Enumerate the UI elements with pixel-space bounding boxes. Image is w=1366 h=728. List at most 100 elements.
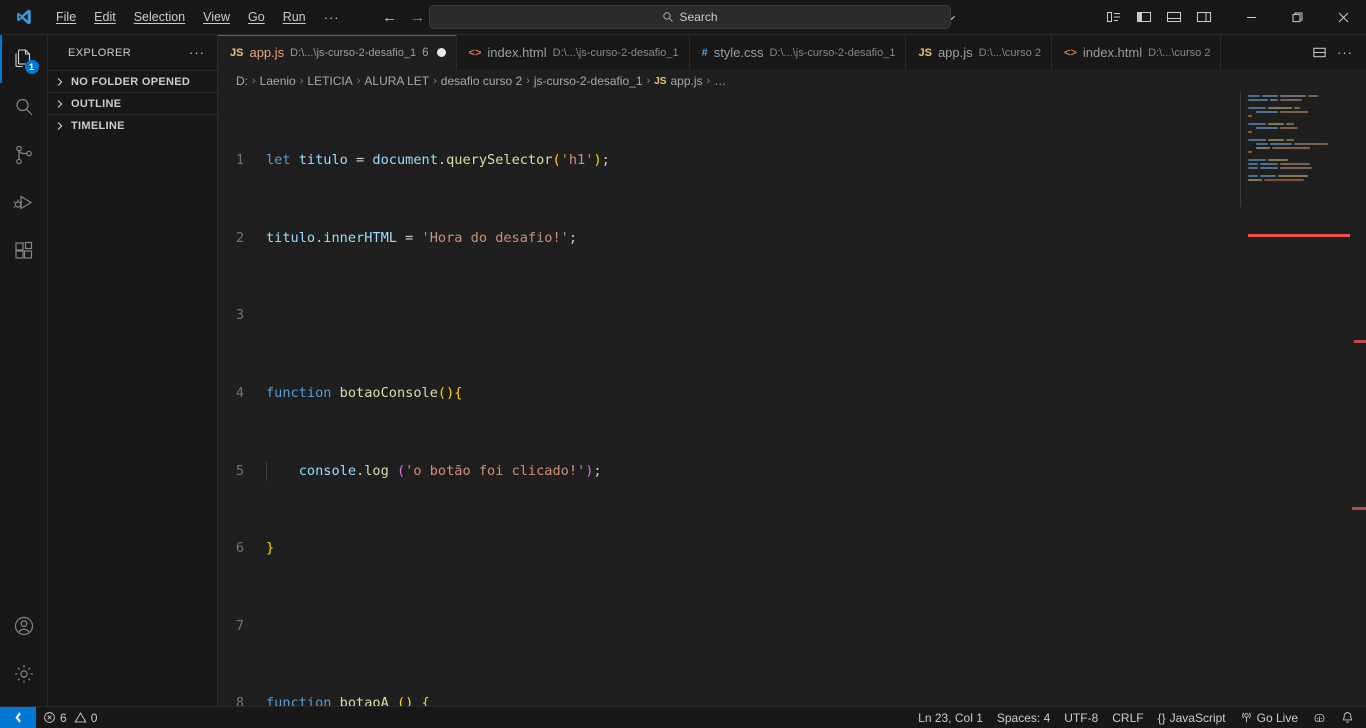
encoding-status[interactable]: UTF-8 xyxy=(1057,707,1105,728)
minimap-slider[interactable] xyxy=(1240,92,1352,207)
go-forward-icon[interactable]: → xyxy=(405,6,431,28)
explorer-sidebar: EXPLORER ··· NO FOLDER OPENED OUTLINE TI… xyxy=(48,35,218,706)
tab-description: D:\...\js-curso-2-desafio_1 xyxy=(290,46,417,59)
remote-window-icon[interactable] xyxy=(0,706,36,728)
breadcrumb-separator: › xyxy=(433,75,437,87)
menu-bar[interactable]: File Edit Selection View Go Run ··· xyxy=(47,0,349,34)
activity-search-icon[interactable] xyxy=(0,83,48,131)
eol-status[interactable]: CRLF xyxy=(1105,707,1150,728)
toggle-secondary-sidebar-icon[interactable] xyxy=(1190,5,1218,29)
activity-manage-settings-icon[interactable] xyxy=(0,650,48,698)
menu-item-selection[interactable]: Selection xyxy=(126,7,193,27)
minimize-button[interactable] xyxy=(1228,0,1274,34)
status-bar-right: Ln 23, Col 1 Spaces: 4 UTF-8 CRLF {} Jav… xyxy=(911,707,1366,728)
breadcrumb-separator: › xyxy=(299,75,304,87)
tab-label: index.html xyxy=(1082,45,1143,60)
breadcrumb-item-0[interactable]: D: xyxy=(236,74,248,88)
chevron-right-icon xyxy=(52,99,68,109)
toggle-primary-sidebar-icon[interactable] xyxy=(1130,5,1158,29)
go-live-status[interactable]: Go Live xyxy=(1233,707,1305,728)
sidebar-section-label: TIMELINE xyxy=(71,119,125,132)
cursor-position-status[interactable]: Ln 23, Col 1 xyxy=(911,707,990,728)
code-line: 3 xyxy=(218,306,1240,325)
tab-app-js-desafio[interactable]: JS app.js D:\...\js-curso-2-desafio_1 6 xyxy=(218,35,457,70)
tab-description: D:\...\curso 2 xyxy=(1148,46,1211,59)
indentation-status[interactable]: Spaces: 4 xyxy=(990,707,1057,728)
tab-problem-count: 6 xyxy=(422,46,429,59)
go-live-label: Go Live xyxy=(1256,710,1298,725)
activity-explorer-icon[interactable]: 1 xyxy=(0,35,48,83)
tab-label: app.js xyxy=(249,45,285,60)
code-editor[interactable]: 1 let titulo = document.querySelector('h1… xyxy=(218,92,1366,706)
tab-app-js-curso2[interactable]: JS app.js D:\...\curso 2 xyxy=(906,35,1052,70)
error-icon xyxy=(43,711,56,724)
overview-error-marker[interactable] xyxy=(1352,507,1366,510)
sidebar-section-timeline[interactable]: TIMELINE xyxy=(48,114,217,136)
tab-index-html-curso2[interactable]: <> index.html D:\...\curso 2 xyxy=(1052,35,1222,70)
code-viewport[interactable]: 1 let titulo = document.querySelector('h1… xyxy=(218,92,1240,706)
menu-item-view[interactable]: View xyxy=(195,7,238,27)
language-braces-icon: {} xyxy=(1157,710,1166,725)
sidebar-section-label: NO FOLDER OPENED xyxy=(71,75,191,88)
tab-index-html-desafio[interactable]: <> index.html D:\...\js-curso-2-desafio_… xyxy=(456,35,690,70)
breadcrumb-item-4[interactable]: desafio curso 2 xyxy=(441,74,522,88)
sidebar-section-outline[interactable]: OUTLINE xyxy=(48,92,217,114)
line-number: 6 xyxy=(235,540,244,557)
overview-error-marker[interactable] xyxy=(1354,340,1366,343)
menu-item-run[interactable]: Run xyxy=(275,7,314,27)
toggle-panel-icon[interactable] xyxy=(1160,5,1188,29)
maximize-button[interactable] xyxy=(1274,0,1320,34)
tab-style-css-desafio[interactable]: # style.css D:\...\js-curso-2-desafio_1 xyxy=(689,35,907,70)
status-bar: 6 0 Ln 23, Col 1 Spaces: 4 UTF-8 CRLF {}… xyxy=(0,706,1366,728)
minimap[interactable] xyxy=(1240,92,1352,706)
tab-label: index.html xyxy=(487,45,547,60)
overview-ruler[interactable] xyxy=(1352,92,1366,706)
menu-selection-label: Selection xyxy=(133,10,186,24)
activity-run-debug-icon[interactable] xyxy=(0,179,48,227)
menu-item-go[interactable]: Go xyxy=(240,7,273,27)
breadcrumb-item-1[interactable]: Laenio xyxy=(260,74,296,88)
sidebar-header: EXPLORER ··· xyxy=(48,35,217,70)
breadcrumb-separator: › xyxy=(526,75,530,87)
breadcrumb-file[interactable]: app.js xyxy=(670,74,702,88)
search-placeholder-label: Search xyxy=(679,10,718,24)
sidebar-title: EXPLORER xyxy=(68,46,132,59)
menu-item-edit[interactable]: Edit xyxy=(86,7,124,27)
split-editor-down-icon[interactable] xyxy=(1308,42,1330,64)
activity-source-control-icon[interactable] xyxy=(0,131,48,179)
breadcrumb-separator: › xyxy=(646,75,651,87)
breadcrumb-separator: › xyxy=(356,75,361,87)
menu-overflow-icon[interactable]: ··· xyxy=(315,8,349,27)
customize-layout-icon[interactable] xyxy=(1100,5,1128,29)
language-label: JavaScript xyxy=(1169,710,1226,725)
language-mode-status[interactable]: {} JavaScript xyxy=(1151,707,1233,728)
breadcrumb-item-2[interactable]: LETICIA xyxy=(307,74,352,88)
breadcrumb-item-3[interactable]: ALURA LET xyxy=(364,74,429,88)
sidebar-section-no-folder-opened[interactable]: NO FOLDER OPENED xyxy=(48,70,217,92)
code-line: 6} xyxy=(218,539,1240,558)
warning-icon xyxy=(74,711,87,724)
sidebar-more-actions-icon[interactable]: ··· xyxy=(185,45,209,60)
breadcrumb-overflow[interactable]: … xyxy=(714,74,726,88)
line-number: 7 xyxy=(235,617,244,634)
notifications-bell-icon[interactable] xyxy=(1334,707,1366,728)
activity-bar: 1 xyxy=(0,35,48,706)
more-actions-icon[interactable]: ··· xyxy=(1334,42,1356,64)
activity-extensions-icon[interactable] xyxy=(0,227,48,275)
breadcrumb-item-5[interactable]: js-curso-2-desafio_1 xyxy=(534,74,643,88)
problems-status[interactable]: 6 0 xyxy=(36,707,104,728)
line-number: 3 xyxy=(235,307,244,324)
command-center-search[interactable]: Search xyxy=(429,5,951,29)
copilot-status-icon[interactable] xyxy=(1305,707,1334,728)
activity-accounts-icon[interactable] xyxy=(0,602,48,650)
explorer-badge: 1 xyxy=(24,60,39,74)
line-number: 4 xyxy=(235,385,244,402)
menu-file-label: File xyxy=(56,10,77,24)
close-button[interactable] xyxy=(1320,0,1366,34)
tab-label: app.js xyxy=(937,45,973,60)
code-line: 1 let titulo = document.querySelector('h1… xyxy=(218,151,1240,170)
go-back-icon[interactable]: ← xyxy=(377,6,403,28)
menu-item-file[interactable]: File xyxy=(48,7,84,27)
tab-dirty-indicator[interactable] xyxy=(436,48,446,57)
line-content: console.log ('o botão foi clicado!'); xyxy=(266,461,602,482)
